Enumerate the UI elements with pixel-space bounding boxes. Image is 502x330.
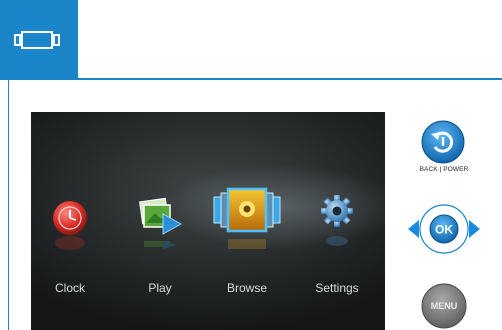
frame-device-icon <box>14 31 60 49</box>
header-divider <box>0 78 502 80</box>
menu-label-clock: Clock <box>54 281 85 295</box>
left-arrow-icon <box>408 220 419 238</box>
menu-button-label: MENU <box>430 301 458 311</box>
gear-icon <box>321 195 353 246</box>
navigation-pad[interactable]: OK <box>406 203 482 255</box>
browse-photos-icon <box>213 187 281 249</box>
right-arrow-icon <box>469 220 480 238</box>
menu-label-browse: Browse <box>226 281 267 295</box>
left-rule <box>8 80 9 330</box>
clock-icon <box>53 201 87 250</box>
back-power-button[interactable] <box>421 120 465 164</box>
play-slideshow-icon <box>139 197 183 249</box>
menu-label-play: Play <box>148 281 172 295</box>
menu-label-settings: Settings <box>315 281 359 295</box>
header-tab <box>0 0 78 80</box>
photo-frame-screen: Clock Play Browse Settings <box>31 112 385 330</box>
back-power-label: BACK | POWER <box>419 166 469 173</box>
ok-label: OK <box>435 223 453 237</box>
